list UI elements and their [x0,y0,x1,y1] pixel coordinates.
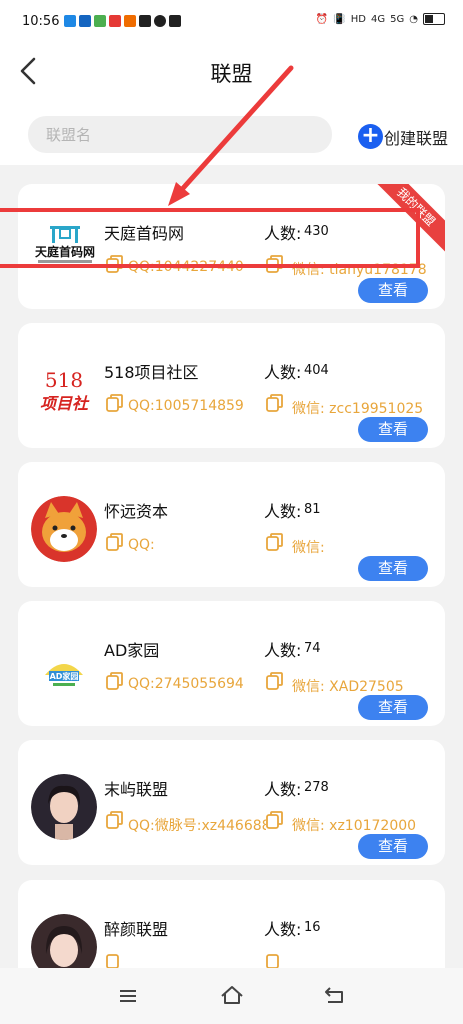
create-alliance-label: 创建联盟 [384,128,449,148]
system-status-icons: ⏰ 📳 HD 4G 5G ◔ [316,13,445,25]
wechat-notification-icon [94,15,106,27]
app-notification-icon [154,15,166,27]
app-notification-icon [109,15,121,27]
alliance-name: AD家园 [104,641,160,660]
battery-icon [423,13,445,25]
wechat-contact: 微信: XAD27505 [292,679,404,695]
vibrate-icon: 📳 [333,13,346,25]
copy-icon[interactable] [106,394,124,412]
copy-icon[interactable] [106,533,124,551]
alliance-card[interactable]: 末屿联盟 人数: 278 QQ:微脉号:xz446688 微信: xz10172… [18,740,445,865]
app-notification-icon [139,15,151,27]
view-button[interactable]: 查看 [358,834,428,859]
member-count-label: 人数: [264,641,302,660]
signal-5g-icon: 5G [390,13,405,25]
signal-4g-icon: 4G [371,13,386,25]
member-count: 74 [304,641,321,656]
alliance-name: 怀远资本 [104,502,169,521]
view-button[interactable]: 查看 [358,556,428,581]
search-input[interactable] [28,116,306,153]
svg-text:项目社: 项目社 [40,394,90,413]
alliance-name: 518项目社区 [104,363,199,382]
alliance-card[interactable]: 518 项目社 518项目社区 人数: 404 QQ:1005714859 微信… [18,323,445,448]
back-nav-icon[interactable] [324,986,346,1004]
qq-contact: QQ:微脉号:xz446688 [128,818,266,834]
wechat-contact: 微信: [292,540,325,556]
shiba-dog-avatar [31,496,97,562]
copy-icon[interactable] [106,672,124,690]
page-title: 联盟 [210,62,253,86]
copy-icon[interactable] [106,951,124,968]
518-logo: 518 项目社 [31,357,97,423]
plus-icon: + [358,124,383,149]
alarm-icon: ⏰ [315,13,329,25]
view-button[interactable]: 查看 [358,695,428,720]
view-button[interactable]: 查看 [358,417,428,442]
system-nav-bar [0,968,463,1024]
member-count: 278 [304,780,329,795]
alliance-card[interactable]: 醉颜联盟 人数: 16 [18,880,445,968]
create-alliance-button[interactable]: + 创建联盟 [358,124,448,149]
svg-text:518: 518 [45,368,83,392]
member-count-label: 人数: [264,363,302,382]
member-count: 16 [304,920,321,935]
wechat-contact: 微信: zcc19951025 [292,401,424,417]
menu-icon[interactable] [118,988,138,1004]
notification-icons [64,15,181,27]
wechat-contact: 微信: xz10172000 [292,818,417,834]
ad-home-logo: AD家园 [31,635,97,701]
alliance-card[interactable]: AD家园 AD家园 人数: 74 QQ:2745055694 微信: XAD27… [18,601,445,726]
alliance-name: 末屿联盟 [104,780,169,799]
calendar-notification-icon [169,15,181,27]
alliance-name: 醉颜联盟 [104,920,169,939]
annotation-highlight-box [0,208,420,268]
girl-avatar [31,774,97,840]
copy-icon[interactable] [266,533,284,551]
app-notification-icon [79,15,91,27]
app-notification-icon [64,15,76,27]
member-count-label: 人数: [264,502,302,521]
qq-contact: QQ:1005714859 [128,398,244,414]
member-count: 404 [304,363,329,378]
search-box[interactable] [28,116,332,153]
girl-avatar-2 [31,914,97,968]
app-notification-icon [124,15,136,27]
qq-contact: QQ:2745055694 [128,676,244,692]
copy-icon[interactable] [106,811,124,829]
member-count-label: 人数: [264,920,302,939]
copy-icon[interactable] [266,394,284,412]
copy-icon[interactable] [266,951,284,968]
copy-icon[interactable] [266,672,284,690]
status-bar: 10:56 ⏰ 📳 HD 4G 5G ◔ [0,0,463,48]
qq-contact: QQ: [128,537,155,553]
view-button[interactable]: 查看 [358,278,428,303]
alliance-card[interactable]: 怀远资本 人数: 81 QQ: 微信: 查看 [18,462,445,587]
svg-text:AD家园: AD家园 [50,671,79,681]
wifi-icon: ◔ [409,13,418,25]
member-count: 81 [304,502,321,517]
status-time: 10:56 [22,14,60,29]
copy-icon[interactable] [266,811,284,829]
home-icon[interactable] [220,985,244,1005]
hd-icon: HD [350,13,367,25]
member-count-label: 人数: [264,780,302,799]
